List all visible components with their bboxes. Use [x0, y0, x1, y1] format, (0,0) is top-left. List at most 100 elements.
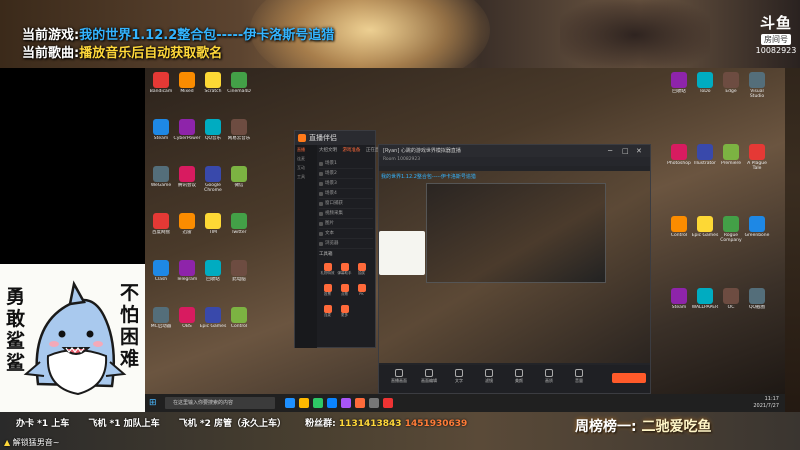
scene-item[interactable]: 图片: [319, 219, 373, 229]
scene-item[interactable]: 场景1: [319, 159, 373, 169]
desktop-icon-label: Edge: [725, 89, 737, 94]
app-icon: [205, 260, 221, 276]
tool-button[interactable]: 更多: [336, 305, 353, 323]
tool-icon: [323, 305, 332, 313]
desktop-icon[interactable]: Twitter: [225, 213, 253, 240]
current-song-value: 播放音乐后自动获取歌名: [79, 46, 223, 61]
tool-button[interactable]: 礼物特效: [319, 263, 336, 281]
desktop-icon[interactable]: Illustrator: [691, 144, 719, 171]
desktop-icon[interactable]: TIM: [199, 213, 227, 240]
desktop-icon[interactable]: Epic Games: [199, 307, 227, 334]
desktop-icon[interactable]: Scratch: [199, 72, 227, 99]
scene-item[interactable]: 文本: [319, 229, 373, 239]
tab-scene[interactable]: 大招文明: [319, 148, 337, 153]
desktop-icon-label: MC启动器: [150, 324, 172, 329]
scene-item[interactable]: 视频采集: [319, 209, 373, 219]
preview-control[interactable]: 滤镜: [475, 369, 503, 384]
live-assistant-window[interactable]: 直播伴侣 直播 连麦 互动 工具 大招文明 游戏准备 正在直播 场景1 场景2 场景…: [294, 130, 384, 348]
desktop-icon[interactable]: 迅雷: [173, 213, 201, 240]
desktop-icon[interactable]: Control: [665, 216, 693, 243]
live-assistant-taskbar-icon[interactable]: [355, 398, 365, 408]
desktop-icon[interactable]: QQ截图: [743, 288, 771, 315]
edge-icon[interactable]: [327, 398, 337, 408]
desktop-icon[interactable]: Edge: [717, 72, 745, 99]
desktop-icon[interactable]: Telegram: [173, 260, 201, 287]
desktop-icon[interactable]: Bandicam: [147, 72, 175, 99]
desktop-icon[interactable]: OBS: [173, 307, 201, 334]
maximize-icon[interactable]: □: [622, 147, 629, 155]
desktop-icon[interactable]: Photoshop: [665, 144, 693, 171]
desktop-icon[interactable]: A Plague Tale: [743, 144, 771, 171]
desktop-icon[interactable]: Cinema4D: [225, 72, 253, 99]
taskview-icon[interactable]: [285, 398, 295, 408]
tool-button[interactable]: PK: [353, 284, 370, 302]
desktop-icon[interactable]: 回收站: [199, 260, 227, 287]
desktop-icon[interactable]: 腾讯会议: [173, 166, 201, 193]
taskbar-search[interactable]: 在这里输入你要搜索的内容: [165, 397, 275, 409]
desktop-icon[interactable]: ToDo: [691, 72, 719, 99]
side-item-tools[interactable]: 工具: [295, 172, 317, 181]
windows-start-icon[interactable]: ⊞: [149, 398, 157, 408]
preview-control[interactable]: 音量: [565, 369, 593, 384]
desktop-icon[interactable]: Mixed: [173, 72, 201, 99]
tool-button[interactable]: 点歌: [336, 284, 353, 302]
preview-control[interactable]: 美颜: [505, 369, 533, 384]
scene-item[interactable]: 场景3: [319, 179, 373, 189]
vscode-icon[interactable]: [341, 398, 351, 408]
desktop-icon[interactable]: 此电脑: [225, 260, 253, 287]
scene-item[interactable]: 窗口捕获: [319, 199, 373, 209]
desktop-icon[interactable]: 网易云音乐: [225, 119, 253, 146]
live-window-titlebar[interactable]: 直播伴侣: [295, 131, 375, 145]
side-item-interact[interactable]: 互动: [295, 163, 317, 172]
steam-taskbar-icon[interactable]: [369, 398, 379, 408]
desktop-icon[interactable]: CyberPower: [173, 119, 201, 146]
netease-music-icon[interactable]: [383, 398, 393, 408]
preview-control[interactable]: 直播画面: [385, 369, 413, 384]
wechat-icon[interactable]: [313, 398, 323, 408]
scene-item[interactable]: 浏览器: [319, 239, 373, 249]
desktop-icon[interactable]: Steam: [147, 119, 175, 146]
desktop-icon-label: CyberPower: [173, 136, 201, 141]
start-live-button[interactable]: [612, 373, 646, 383]
desktop-icon[interactable]: 回收站: [665, 72, 693, 99]
file-explorer-icon[interactable]: [299, 398, 309, 408]
desktop-icon[interactable]: OC: [717, 288, 745, 315]
desktop-icon[interactable]: Epic Games: [691, 216, 719, 243]
desktop-icon[interactable]: Premiere: [717, 144, 745, 171]
tool-button[interactable]: 弹幕助手: [336, 263, 353, 281]
desktop-icon[interactable]: Visual Studio: [743, 72, 771, 99]
desktop-icon[interactable]: Greenbone: [743, 216, 771, 243]
scene-item[interactable]: 场景2: [319, 169, 373, 179]
desktop-icon[interactable]: Clash: [147, 260, 175, 287]
desktop-icon[interactable]: 百度网盘: [147, 213, 175, 240]
current-game-value: 我的世界1.12.2整合包-----伊卡洛斯号追猎: [79, 28, 335, 43]
desktop-icon[interactable]: WeGame: [147, 166, 175, 193]
close-icon[interactable]: ✕: [636, 147, 642, 155]
desktop-icon-label: Rogue Company: [720, 233, 742, 243]
tab-prepare[interactable]: 游戏准备: [342, 148, 360, 153]
tool-button[interactable]: 投票: [319, 284, 336, 302]
minimize-icon[interactable]: ─: [608, 147, 612, 155]
side-item-live[interactable]: 直播: [295, 145, 317, 154]
desktop-icon[interactable]: MC启动器: [147, 307, 175, 334]
desktop-icon[interactable]: Control: [225, 307, 253, 334]
taskbar-clock[interactable]: 11:17 2021/7/27: [753, 396, 779, 410]
stream-preview-window[interactable]: [Ryan] 心跳的游戏世界模拟器直播 ─ □ ✕ Room 10082923 …: [378, 144, 651, 394]
desktop-icon[interactable]: WALLPAPER: [691, 288, 719, 315]
desktop-icon[interactable]: Google Chrome: [199, 166, 227, 193]
unlock-arrow-icon: ▲: [4, 438, 11, 447]
side-item-mic[interactable]: 连麦: [295, 154, 317, 163]
desktop-icon[interactable]: Rogue Company: [717, 216, 745, 243]
scene-item[interactable]: 场景4: [319, 189, 373, 199]
control-icon: [575, 369, 583, 377]
desktop-icon[interactable]: 微信: [225, 166, 253, 193]
desktop-icon[interactable]: QQ音乐: [199, 119, 227, 146]
tool-button[interactable]: 连麦: [319, 305, 336, 323]
anime-art-shadow: [560, 0, 710, 68]
desktop-icon[interactable]: Steam: [665, 288, 693, 315]
preview-control[interactable]: 画质: [535, 369, 563, 384]
shark-illustration: [23, 280, 127, 396]
preview-control[interactable]: 文字: [445, 369, 473, 384]
tool-button[interactable]: 抽奖: [353, 263, 370, 281]
preview-control[interactable]: 画面编辑: [415, 369, 443, 384]
